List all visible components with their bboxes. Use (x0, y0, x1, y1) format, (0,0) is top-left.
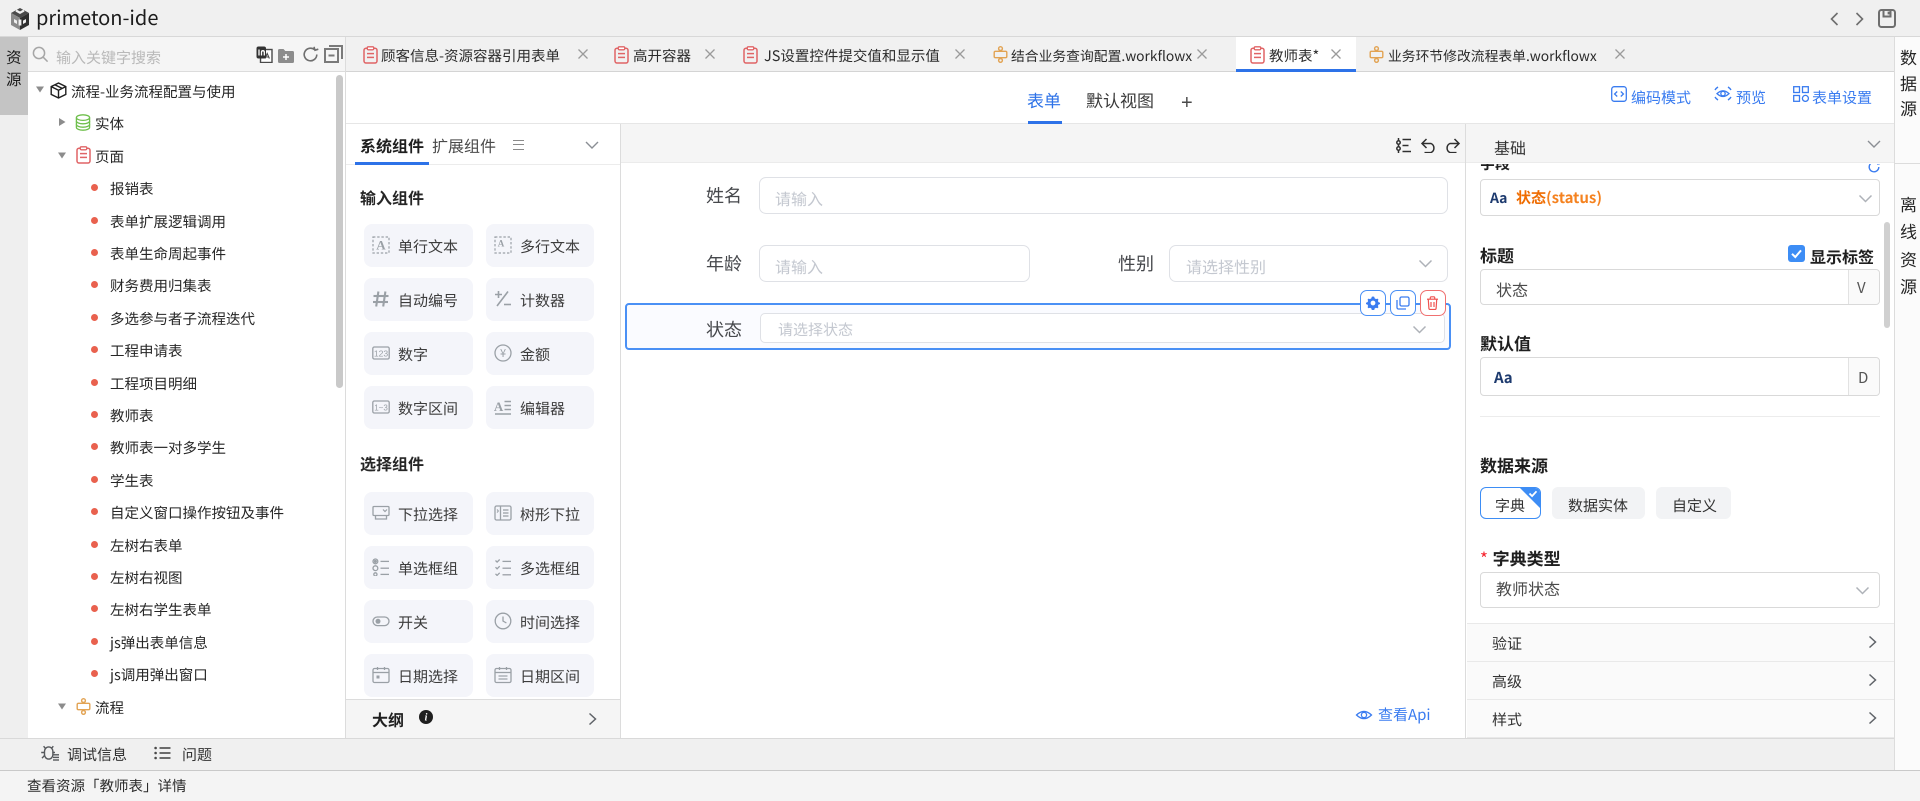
svg-text:123: 123 (374, 349, 389, 359)
svg-text:1~3: 1~3 (374, 403, 388, 412)
svg-text:A: A (494, 399, 504, 414)
svg-text:¥: ¥ (500, 345, 506, 361)
svg-text:A: A (376, 238, 386, 253)
svg-text:A: A (498, 239, 505, 249)
svg-text:i: i (425, 712, 428, 723)
